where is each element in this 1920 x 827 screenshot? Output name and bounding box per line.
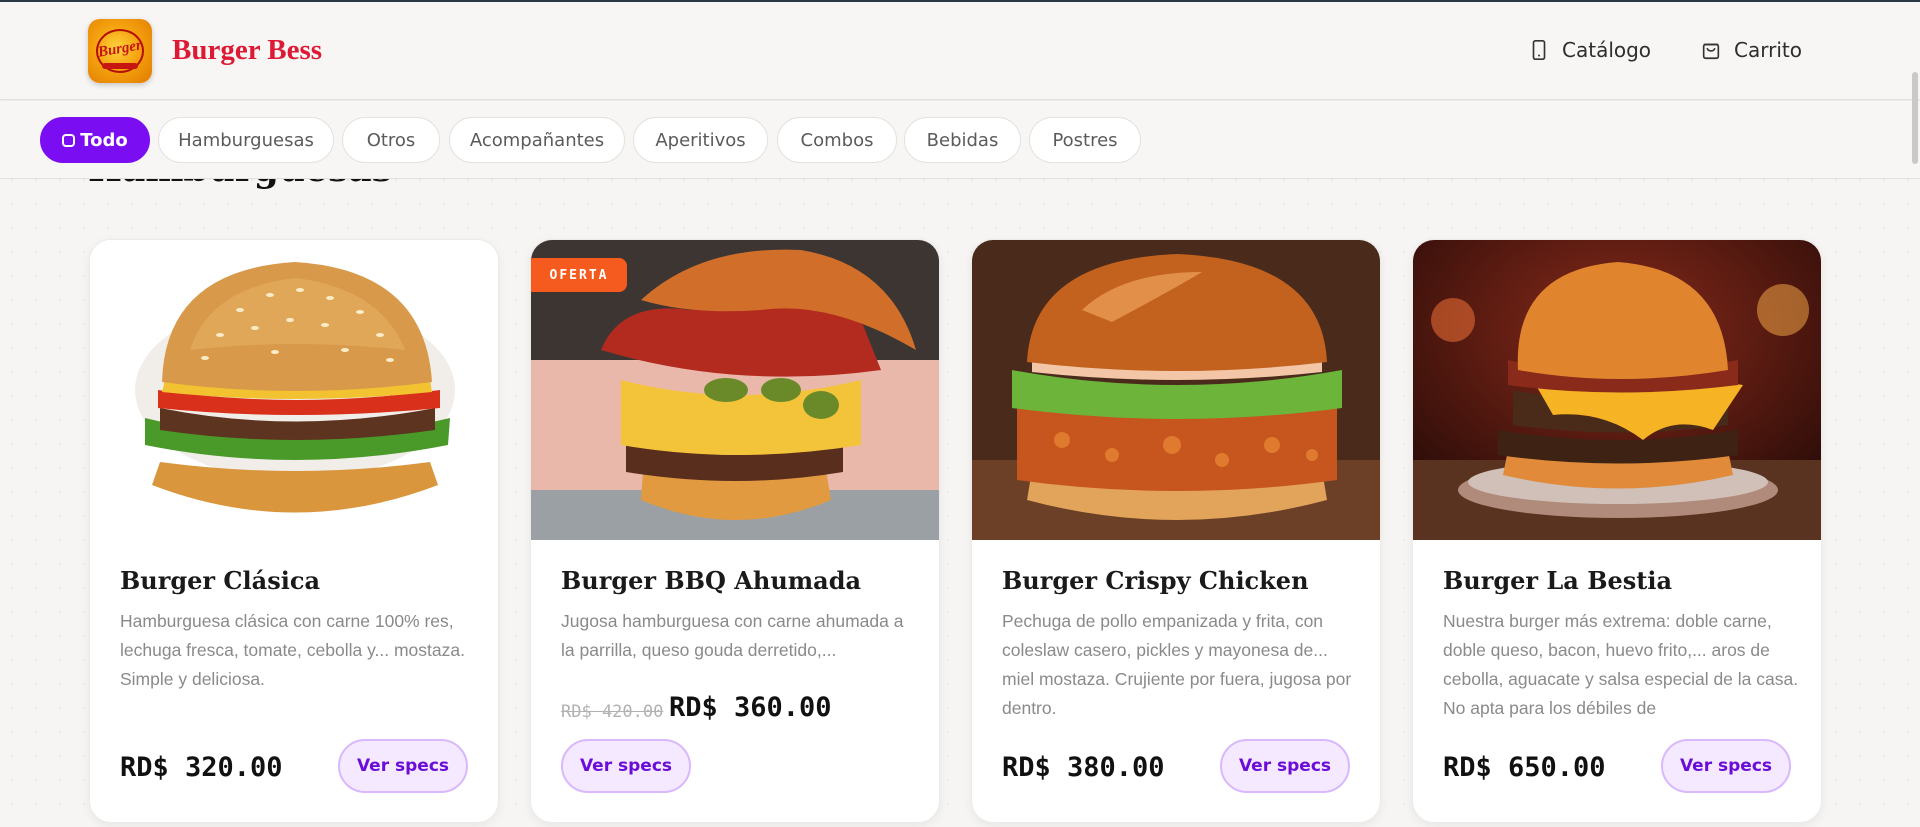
category-pill-bebidas[interactable]: Bebidas [904, 117, 1021, 163]
product-price: RD$ 380.00 [1002, 752, 1165, 783]
product-card[interactable]: Burger La Bestia Nuestra burger más extr… [1412, 239, 1822, 823]
category-pill-todo[interactable]: Todo [40, 117, 150, 163]
category-pill-label: Postres [1052, 129, 1118, 151]
page-scrollbar[interactable] [1912, 72, 1918, 164]
oferta-badge: OFERTA [531, 258, 627, 292]
category-pill-acompanantes[interactable]: Acompañantes [449, 117, 625, 163]
product-name: Burger Clásica [120, 566, 320, 595]
phone-icon [1532, 40, 1546, 60]
ver-specs-button[interactable]: Ver specs [338, 739, 468, 793]
logo-ribbon [102, 63, 138, 69]
ver-specs-button[interactable]: Ver specs [561, 739, 691, 793]
site-header: Burger Burger Bess Catálogo Carrito [0, 2, 1920, 100]
product-image [90, 240, 498, 540]
category-pill-label: Aperitivos [655, 129, 746, 151]
product-image [972, 240, 1380, 540]
nav-carrito[interactable]: Carrito [1700, 38, 1802, 62]
product-name: Burger La Bestia [1443, 566, 1673, 595]
product-card[interactable]: Burger Clásica Hamburguesa clásica con c… [89, 239, 499, 823]
product-image: OFERTA [531, 240, 939, 540]
category-pill-label: Hamburguesas [178, 129, 314, 151]
brand-name[interactable]: Burger Bess [172, 34, 322, 67]
product-description: Hamburguesa clásica con carne 100% res, … [120, 611, 465, 689]
category-pill-combos[interactable]: Combos [777, 117, 897, 163]
product-card[interactable]: OFERTA Burger BBQ Ahumada Jugosa hamburg… [530, 239, 940, 823]
ver-specs-button[interactable]: Ver specs [1220, 739, 1350, 793]
product-old-price: RD$ 420.00 [561, 702, 664, 722]
product-price: RD$ 650.00 [1443, 752, 1606, 783]
nav-catalogo[interactable]: Catálogo [1528, 38, 1651, 62]
brand-logo[interactable]: Burger [88, 19, 152, 83]
category-pill-label: Todo [80, 129, 128, 151]
product-description: Pechuga de pollo empanizada y frita, con… [1002, 611, 1352, 718]
product-price: RD$ 360.00 [669, 692, 832, 723]
category-pill-otros[interactable]: Otros [342, 117, 440, 163]
category-pill-aperitivos[interactable]: Aperitivos [633, 117, 768, 163]
product-image [1413, 240, 1821, 540]
nav-catalogo-label: Catálogo [1562, 38, 1652, 62]
nav-carrito-label: Carrito [1734, 38, 1802, 62]
product-price: RD$ 320.00 [120, 752, 283, 783]
shopping-bag-icon [1702, 43, 1720, 60]
product-name: Burger Crispy Chicken [1002, 566, 1309, 595]
category-pill-hamburguesas[interactable]: Hamburguesas [158, 117, 334, 163]
category-pill-label: Combos [800, 129, 874, 151]
ver-specs-button[interactable]: Ver specs [1661, 739, 1791, 793]
category-pill-label: Otros [366, 129, 416, 151]
category-pill-label: Bebidas [926, 129, 999, 151]
hexagon-icon [62, 133, 76, 147]
product-card[interactable]: Burger Crispy Chicken Pechuga de pollo e… [971, 239, 1381, 823]
category-pill-label: Acompañantes [469, 129, 605, 151]
product-description: Nuestra burger más extrema: doble carne,… [1443, 611, 1799, 718]
product-name: Burger BBQ Ahumada [561, 566, 862, 595]
category-filter-bar: Todo Hamburguesas Otros Acompañantes Ape… [0, 101, 1920, 179]
category-pill-postres[interactable]: Postres [1029, 117, 1141, 163]
